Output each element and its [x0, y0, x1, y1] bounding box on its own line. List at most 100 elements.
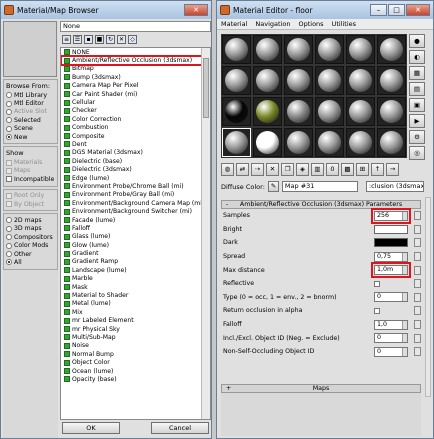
- video-color-check-icon[interactable]: ▣: [409, 98, 425, 112]
- show-end-result-icon[interactable]: ⊞: [356, 162, 369, 176]
- spinner-arrows[interactable]: [402, 252, 407, 261]
- radio-button[interactable]: [6, 259, 12, 266]
- material-slot[interactable]: [377, 35, 406, 64]
- material-slot[interactable]: [346, 128, 375, 157]
- browse-from-option[interactable]: Mtl Editor: [6, 99, 55, 107]
- map-list-item[interactable]: DGS Material (3dsmax): [61, 149, 210, 157]
- material-slot[interactable]: [315, 97, 344, 126]
- spinner-arrows[interactable]: [402, 334, 407, 343]
- parameter-map-button[interactable]: [414, 333, 421, 343]
- spinner-arrows[interactable]: [402, 266, 407, 275]
- map-list-item[interactable]: Gradient Ramp: [61, 258, 210, 266]
- browser-close-button[interactable]: ✕: [184, 4, 208, 16]
- material-slot[interactable]: [222, 128, 251, 157]
- map-list-item[interactable]: Glow (lume): [61, 241, 210, 249]
- map-list-item[interactable]: Gradient: [61, 249, 210, 257]
- map-list-item[interactable]: mr Labeled Element: [61, 317, 210, 325]
- menu-navigation[interactable]: Navigation: [255, 19, 290, 29]
- parameter-spinner[interactable]: 1,0m: [371, 262, 411, 279]
- parameter-spinner[interactable]: 1,0: [374, 319, 408, 330]
- material-slot[interactable]: [377, 66, 406, 95]
- map-list-item[interactable]: Marble: [61, 275, 210, 283]
- uv-tiling-icon[interactable]: ▤: [409, 82, 425, 96]
- map-list-item[interactable]: NONE: [61, 48, 210, 56]
- material-slot[interactable]: [346, 66, 375, 95]
- make-preview-icon[interactable]: ▶: [409, 114, 425, 128]
- parameter-map-button[interactable]: [414, 252, 421, 262]
- material-slot[interactable]: [284, 128, 313, 157]
- list-view-icon[interactable]: ≡: [62, 35, 71, 44]
- map-list-item[interactable]: Dielectric (base): [61, 157, 210, 165]
- parameter-spinner[interactable]: 0: [374, 292, 408, 303]
- map-type-option[interactable]: All: [6, 258, 55, 266]
- make-unique-icon[interactable]: ◈: [296, 162, 309, 176]
- material-id-channel-icon[interactable]: 0: [326, 162, 339, 176]
- select-by-material-icon[interactable]: ◎: [409, 146, 425, 160]
- parameter-spinner[interactable]: 256: [371, 207, 411, 224]
- map-list-item[interactable]: Combustion: [61, 124, 210, 132]
- parameter-map-button[interactable]: [414, 279, 421, 289]
- map-list-item[interactable]: Opacity (base): [61, 375, 210, 383]
- radio-button[interactable]: [6, 134, 12, 141]
- delete-icon[interactable]: ✕: [117, 35, 126, 44]
- material-slot[interactable]: [222, 97, 251, 126]
- menu-options[interactable]: Options: [298, 19, 323, 29]
- map-list-item[interactable]: Color Correction: [61, 115, 210, 123]
- map-list-item[interactable]: Environment/Background Switcher (mi): [61, 207, 210, 215]
- browse-from-option[interactable]: New: [6, 133, 55, 141]
- map-list-item[interactable]: Ambient/Reflective Occlusion (3dsmax): [61, 55, 210, 66]
- large-icons-view-icon[interactable]: ■: [95, 35, 104, 44]
- material-slot[interactable]: [377, 128, 406, 157]
- maps-rollout-header[interactable]: + Maps: [221, 384, 421, 393]
- map-type-option[interactable]: 2D maps: [6, 216, 55, 224]
- menu-utilities[interactable]: Utilities: [332, 19, 356, 29]
- radio-button[interactable]: [6, 100, 12, 107]
- map-list-item[interactable]: Metal (lume): [61, 300, 210, 308]
- background-icon[interactable]: ▦: [409, 66, 425, 80]
- map-type-option[interactable]: Other: [6, 250, 55, 258]
- map-type-option[interactable]: 3D maps: [6, 225, 55, 233]
- pick-material-icon[interactable]: ✎: [267, 181, 279, 192]
- map-list-item[interactable]: Environment/Background Camera Map (mi): [61, 199, 210, 207]
- radio-button[interactable]: [6, 92, 12, 99]
- spinner-arrows[interactable]: [402, 293, 407, 302]
- cancel-button[interactable]: Cancel: [151, 422, 209, 434]
- map-list-item[interactable]: Mix: [61, 308, 210, 316]
- go-to-parent-icon[interactable]: ↑: [371, 162, 384, 176]
- material-slot[interactable]: [346, 35, 375, 64]
- map-type-option[interactable]: Color Mods: [6, 241, 55, 249]
- material-slot[interactable]: [284, 35, 313, 64]
- color-swatch[interactable]: [374, 238, 408, 248]
- list-icons-view-icon[interactable]: ☰: [73, 35, 82, 44]
- map-type-button[interactable]: :clusion (3dsmax): [365, 181, 424, 192]
- map-list-item[interactable]: Multi/Sub-Map: [61, 333, 210, 341]
- material-slot[interactable]: [284, 97, 313, 126]
- parameter-spinner[interactable]: 0,75: [374, 251, 408, 262]
- name-field[interactable]: None: [60, 21, 211, 32]
- parameter-checkbox[interactable]: [374, 280, 380, 287]
- material-slot[interactable]: [253, 35, 282, 64]
- map-list-item[interactable]: Facade (lume): [61, 216, 210, 224]
- map-list-item[interactable]: Ocean (lume): [61, 367, 210, 375]
- radio-button[interactable]: [6, 225, 12, 232]
- material-slot[interactable]: [222, 66, 251, 95]
- maximize-button[interactable]: □: [388, 4, 405, 16]
- options-icon[interactable]: ⚙: [409, 130, 425, 144]
- material-slot[interactable]: [253, 97, 282, 126]
- browse-from-option[interactable]: Selected: [6, 116, 55, 124]
- parameter-map-button[interactable]: [414, 306, 421, 316]
- assign-to-selection-icon[interactable]: ⇢: [251, 162, 264, 176]
- map-list-item[interactable]: Material to Shader: [61, 291, 210, 299]
- map-list-item[interactable]: Glass (lume): [61, 233, 210, 241]
- map-list-item[interactable]: Landscape (lume): [61, 266, 210, 274]
- minimize-button[interactable]: –: [370, 4, 387, 16]
- menu-material[interactable]: Material: [221, 19, 247, 29]
- map-list-item[interactable]: Camera Map Per Pixel: [61, 82, 210, 90]
- show-map-in-viewport-icon[interactable]: ▩: [341, 162, 354, 176]
- map-list-item[interactable]: Noise: [61, 342, 210, 350]
- map-list-item[interactable]: Dent: [61, 140, 210, 148]
- color-swatch[interactable]: [374, 224, 408, 234]
- material-slot[interactable]: [253, 128, 282, 157]
- material-slot[interactable]: [315, 35, 344, 64]
- map-list-item[interactable]: Object Color: [61, 358, 210, 366]
